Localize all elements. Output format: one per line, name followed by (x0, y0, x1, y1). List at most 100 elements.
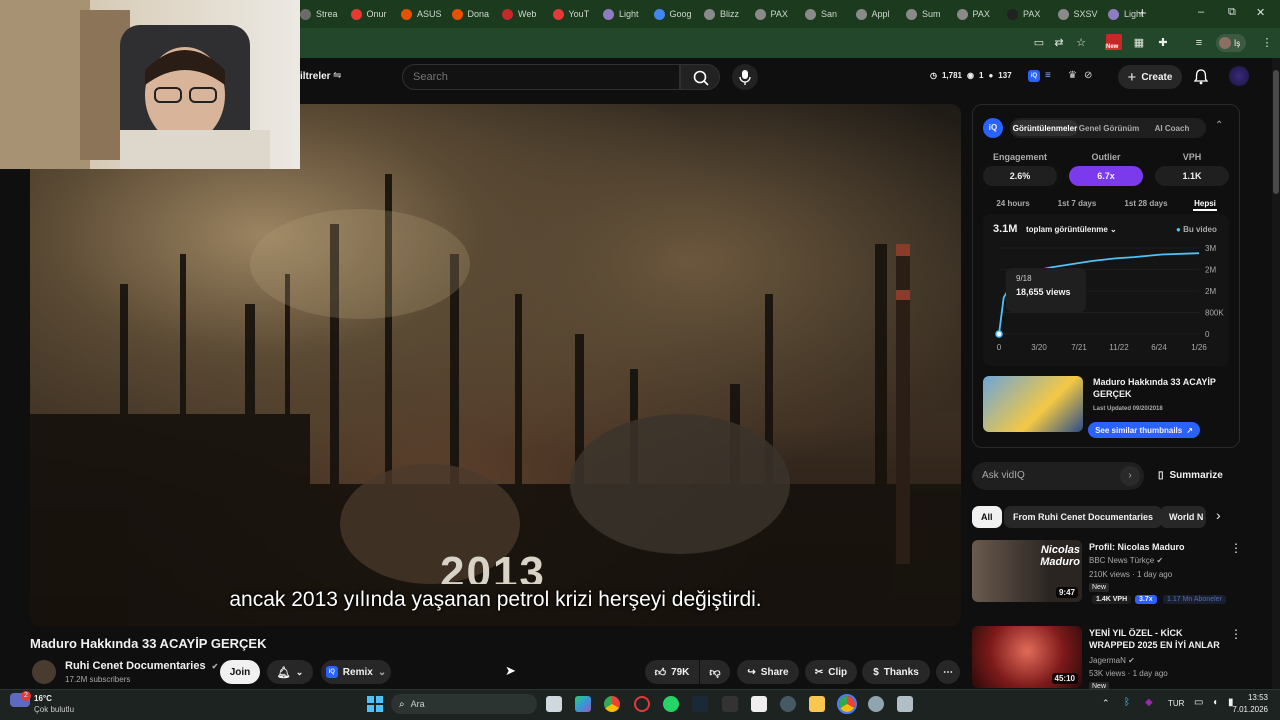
send-icon[interactable]: › (1120, 466, 1140, 486)
snipping-tool-icon[interactable] (897, 696, 913, 712)
join-button[interactable]: Join (220, 660, 260, 684)
browser-tab[interactable]: YouT (552, 4, 601, 24)
browser-tab[interactable]: Dona (451, 4, 500, 24)
filter-icon[interactable]: ⇋ (333, 70, 341, 81)
notifications-button[interactable] (1193, 68, 1209, 90)
chips-next-icon[interactable]: › (1216, 507, 1221, 523)
page-scrollbar[interactable] (1272, 58, 1280, 689)
browser-tab[interactable]: Appl (855, 4, 904, 24)
chrome-active-icon[interactable] (837, 694, 857, 714)
puzzle-icon[interactable]: ✚ (1156, 36, 1170, 50)
summarize-button[interactable]: ▯ Summarize (1158, 470, 1223, 481)
chip-from-channel[interactable]: From Ruhi Cenet Documentaries (1004, 506, 1163, 528)
thanks-button[interactable]: $ Thanks (862, 660, 930, 684)
profile-chip[interactable]: İş (1216, 34, 1246, 52)
chrome-icon[interactable] (604, 696, 620, 712)
browser-tab[interactable]: Goog (653, 4, 702, 24)
chip-all[interactable]: All (972, 506, 1002, 528)
extension-grid-icon[interactable]: ▦ (1132, 36, 1146, 50)
range-7d[interactable]: 1st 7 days (1052, 199, 1102, 208)
browser-tab[interactable]: Light (603, 4, 651, 24)
bookmark-star-icon[interactable]: ☆ (1074, 36, 1088, 50)
browser-tab[interactable]: Blizz (704, 4, 752, 24)
clip-button[interactable]: ✂ Clip (805, 660, 857, 684)
subscribe-bell-button[interactable]: 🔔︎ ⌄ (267, 660, 313, 684)
scrollbar-thumb[interactable] (1273, 70, 1279, 194)
taskbar-search[interactable]: ⌕ Ara (391, 694, 537, 714)
account-avatar[interactable] (1229, 66, 1249, 86)
clock-date[interactable]: 7.01.2026 (1226, 705, 1268, 714)
maximize-button[interactable]: ⧉ (1228, 6, 1236, 19)
close-button[interactable]: ✕ (1256, 6, 1265, 19)
monitor-icon[interactable]: ▭ (1194, 697, 1203, 708)
see-similar-button[interactable]: See similar thumbnails ↗ (1088, 422, 1200, 438)
range-28d[interactable]: 1st 28 days (1117, 199, 1175, 208)
related-more-icon-1[interactable]: ⋮ (1230, 541, 1242, 555)
new-tab-button[interactable]: + (1138, 5, 1147, 22)
ask-vidiq-field[interactable]: Ask vidIQ › (972, 462, 1144, 490)
search-button[interactable] (680, 64, 720, 90)
create-button[interactable]: + Create (1118, 65, 1182, 89)
collapse-icon[interactable]: ⌃ (1215, 120, 1223, 131)
search-input[interactable] (402, 64, 680, 90)
vidiq-logo-icon[interactable]: iQ (1028, 70, 1040, 82)
bluetooth-icon[interactable]: ᛒ (1124, 697, 1130, 708)
browser-tab[interactable]: San (805, 4, 853, 24)
settings-app-icon[interactable] (780, 696, 796, 712)
task-view-icon[interactable] (546, 696, 562, 712)
remix-button[interactable]: iQ Remix ⌄ (321, 660, 391, 684)
dislike-button[interactable]: 👎︎ (700, 660, 730, 684)
minimize-button[interactable]: – (1198, 6, 1204, 18)
browser-tab[interactable]: ASUS (401, 4, 449, 24)
tab-views[interactable]: Görüntülenmeler (1012, 124, 1078, 133)
chevron-up-icon[interactable]: ⌃ (1102, 698, 1110, 709)
share-button[interactable]: ↪ Share (737, 660, 799, 684)
channel-avatar[interactable] (32, 660, 56, 684)
language-indicator[interactable]: TUR (1168, 699, 1184, 708)
chip-world[interactable]: World N (1160, 506, 1206, 528)
speaker-icon[interactable]: ◖ (1212, 697, 1218, 708)
browser-tab[interactable]: PAX (1007, 4, 1055, 24)
related-thumbnail-1[interactable]: Nicolas Maduro 9:47 (972, 540, 1082, 602)
app-icon[interactable] (751, 696, 767, 712)
more-actions-button[interactable]: ⋯ (936, 660, 960, 684)
related-title-1[interactable]: Profil: Nicolas Maduro (1089, 541, 1224, 553)
media-icon[interactable]: ≡ (1192, 36, 1206, 50)
like-button[interactable]: 👍︎ 79K (645, 660, 699, 684)
browser-tab[interactable]: SXSV (1057, 4, 1106, 24)
tab-ai-coach[interactable]: AI Coach (1142, 124, 1202, 133)
app-tray-icon[interactable]: ◆ (1145, 697, 1153, 708)
browser-tab[interactable]: Web (502, 4, 550, 24)
related-more-icon-2[interactable]: ⋮ (1230, 627, 1242, 641)
translate-icon[interactable]: ⇄ (1052, 36, 1066, 50)
cast-icon[interactable]: ▭ (1032, 36, 1046, 50)
gear-icon[interactable] (868, 696, 884, 712)
browser-tab[interactable]: Light (1108, 4, 1156, 24)
tab-overview[interactable]: Genel Görünüm (1078, 124, 1140, 133)
whatsapp-icon[interactable] (663, 696, 679, 712)
browser-tab[interactable]: Onur (350, 4, 399, 24)
clock-time[interactable]: 13:53 (1232, 693, 1268, 702)
filters-label[interactable]: iltreler (300, 71, 331, 82)
browser-tab[interactable]: Strea (300, 4, 348, 24)
copilot-icon[interactable] (575, 696, 591, 712)
related-thumbnail-2[interactable]: 45:10 (972, 626, 1082, 688)
browser-tab[interactable]: Sum (906, 4, 954, 24)
range-all[interactable]: Hepsi (1188, 199, 1222, 208)
vidiq-menu-icon[interactable]: ≡ (1045, 70, 1051, 81)
file-explorer-icon[interactable] (809, 696, 825, 712)
browser-tab[interactable]: PAX (754, 4, 803, 24)
video-thumbnail[interactable] (983, 376, 1083, 432)
trophy-icon[interactable]: ♛ (1068, 70, 1077, 81)
epic-games-icon[interactable] (722, 696, 738, 712)
channel-name[interactable]: Ruhi Cenet Documentaries ✔ (65, 660, 218, 672)
compass-icon[interactable]: ⊘ (1084, 70, 1092, 81)
voice-search-button[interactable] (732, 64, 758, 90)
opera-icon[interactable] (634, 696, 650, 712)
range-24h[interactable]: 24 hours (990, 199, 1036, 208)
windows-start-icon[interactable] (367, 696, 383, 712)
metric-dropdown[interactable]: toplam görüntülenme ⌄ (1026, 225, 1117, 234)
browser-tab[interactable]: PAX (956, 4, 1005, 24)
more-menu-icon[interactable]: ⋮ (1260, 36, 1274, 50)
related-title-2[interactable]: YENİ YIL ÖZEL - KİCK WRAPPED 2025 EN İYİ… (1089, 627, 1224, 651)
